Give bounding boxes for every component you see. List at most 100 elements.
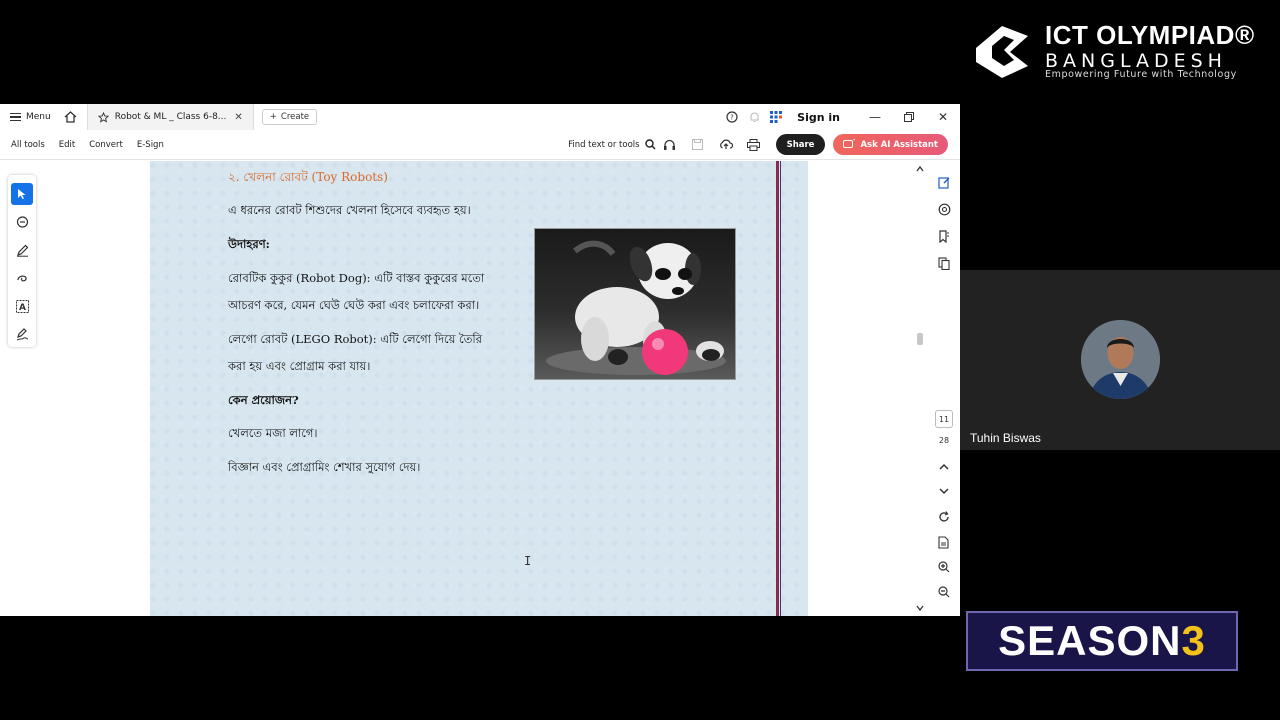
section-heading: ২. খেলনা রোবট (Toy Robots)	[228, 170, 388, 184]
zoom-out-icon	[938, 586, 950, 598]
bookmark-icon	[939, 229, 949, 243]
zoom-in-button[interactable]	[934, 557, 954, 577]
intro-text: এ ধরনের রোবট শিশুদের খেলনা হিসেবে ব্যবহৃ…	[228, 203, 471, 217]
select-tool[interactable]	[11, 183, 33, 205]
text-tool[interactable]: A	[11, 295, 33, 317]
search-icon	[644, 139, 656, 150]
menu-button[interactable]: Menu	[0, 104, 59, 130]
highlight-tool[interactable]	[11, 239, 33, 261]
rotate-button[interactable]	[934, 507, 954, 527]
copy-pages-icon	[938, 256, 950, 270]
pen-icon	[16, 244, 28, 257]
tools-bar: All tools Edit Convert E-Sign Find text …	[0, 130, 960, 160]
page-border-line-inner	[780, 161, 781, 616]
quick-tools-panel: A	[8, 175, 36, 347]
page-display-button[interactable]	[934, 532, 954, 552]
cursor-arrow-icon	[18, 189, 26, 199]
create-button[interactable]: + Create	[261, 109, 318, 125]
printer-icon	[747, 138, 761, 151]
text-cursor-icon: I	[524, 554, 532, 568]
star-icon[interactable]	[97, 111, 109, 123]
zoom-in-icon	[938, 561, 950, 573]
convert-link[interactable]: Convert	[89, 140, 123, 150]
lego-line-2: করা হয় এবং প্রোগ্রাম করা যায়।	[228, 359, 371, 373]
season-number: 3	[1181, 617, 1206, 664]
esign-link[interactable]: E-Sign	[137, 140, 164, 150]
apps-grid-icon[interactable]	[765, 104, 787, 130]
close-tab-icon[interactable]: ✕	[234, 112, 242, 123]
edit-link[interactable]: Edit	[59, 140, 75, 150]
season-word: SEASON	[998, 617, 1182, 664]
document-workspace: A ২. খেলনা রোবট (Toy Robots) এ ধরনের রোব…	[0, 161, 960, 616]
robot-dog-line-1: রোবটিক কুকুর (Robot Dog): এটি বাস্তব কুক…	[228, 271, 485, 285]
olympiad-mark-icon	[976, 26, 1028, 78]
why-line-2: বিজ্ঞান এবং প্রোগ্রামিং শেখার সুযোগ দেয়…	[228, 460, 421, 474]
comments-panel-button[interactable]	[934, 199, 954, 219]
robot-dog-image	[534, 228, 736, 380]
home-button[interactable]	[59, 104, 83, 130]
save-button[interactable]	[684, 130, 712, 160]
plus-icon: +	[269, 112, 277, 122]
close-window-button[interactable]: ✕	[926, 104, 960, 130]
lego-line-1: লেগো রোবট (LEGO Robot): এটি লেগো দিয়ে ত…	[228, 332, 482, 346]
pdf-page: ২. খেলনা রোবট (Toy Robots) এ ধরনের রোবট …	[150, 161, 808, 616]
help-icon[interactable]: ?	[721, 104, 743, 130]
hamburger-icon	[10, 113, 21, 121]
vertical-scrollbar[interactable]	[914, 161, 926, 616]
print-button[interactable]	[740, 130, 768, 160]
logo-tagline: Empowering Future with Technology	[1045, 69, 1237, 80]
robot-dog-line-2: আচরণ করে, যেমন ঘেউ ঘেউ করা এবং চলাফেরা ক…	[228, 298, 480, 312]
home-icon	[64, 111, 77, 123]
total-pages-label: 28	[938, 436, 950, 445]
why-label: কেন প্রয়োজন?	[228, 393, 299, 407]
svg-text:?: ?	[730, 114, 734, 122]
share-button[interactable]: Share	[775, 134, 826, 155]
ict-olympiad-logo: ICT OLYMPIAD® BANGLADESH Empowering Futu…	[970, 18, 1270, 88]
sign-tool[interactable]	[11, 323, 33, 345]
presenter-name: Tuhin Biswas	[970, 431, 1041, 445]
signature-icon	[16, 327, 28, 340]
minimize-icon: —	[869, 110, 881, 124]
at-comment-icon	[938, 203, 950, 215]
bell-icon[interactable]	[743, 104, 765, 130]
comment-tool[interactable]	[11, 211, 33, 233]
pages-thumbnails-button[interactable]	[934, 253, 954, 273]
organize-pages-button[interactable]	[934, 172, 954, 192]
title-bar: Menu Robot & ML _ Class 6-8... ✕ + Creat…	[0, 104, 960, 130]
why-line-1: খেলতে মজা লাগে।	[228, 426, 318, 440]
all-tools-link[interactable]: All tools	[11, 140, 45, 150]
restore-button[interactable]	[892, 104, 926, 130]
chevron-down-icon	[939, 488, 949, 495]
bookmarks-button[interactable]	[934, 226, 954, 246]
find-tools-button[interactable]: Find text or tools	[568, 139, 656, 150]
avatar	[1081, 320, 1160, 399]
edit-page-icon	[937, 176, 949, 189]
ai-assistant-button[interactable]: Ask AI Assistant	[833, 134, 948, 155]
draw-tool[interactable]	[11, 267, 33, 289]
ai-assistant-label: Ask AI Assistant	[860, 139, 938, 150]
menu-label: Menu	[26, 112, 51, 122]
refresh-icon	[939, 511, 949, 522]
read-aloud-button[interactable]	[656, 130, 684, 160]
right-side-panel: 11 28	[928, 161, 960, 616]
cloud-upload-icon	[719, 139, 733, 149]
text-box-icon: A	[15, 299, 29, 313]
share-label: Share	[786, 139, 815, 150]
current-page-field[interactable]: 11	[935, 410, 953, 428]
chevron-up-icon	[939, 463, 949, 470]
acrobat-window: Menu Robot & ML _ Class 6-8... ✕ + Creat…	[0, 104, 960, 616]
document-scan-icon	[938, 535, 949, 549]
document-tab[interactable]: Robot & ML _ Class 6-8... ✕	[86, 104, 254, 130]
screen: Menu Robot & ML _ Class 6-8... ✕ + Creat…	[0, 0, 1280, 720]
comment-icon	[16, 215, 28, 228]
sign-in-link[interactable]: Sign in	[797, 111, 840, 124]
next-page-button[interactable]	[934, 481, 954, 501]
presenter-video-tile: Tuhin Biswas	[960, 270, 1280, 450]
restore-icon	[904, 112, 914, 122]
upload-button[interactable]	[712, 130, 740, 160]
tab-title: Robot & ML _ Class 6-8...	[114, 112, 227, 122]
minimize-button[interactable]: —	[858, 104, 892, 130]
find-label: Find text or tools	[568, 139, 640, 150]
previous-page-button[interactable]	[934, 457, 954, 477]
zoom-out-button[interactable]	[934, 582, 954, 602]
